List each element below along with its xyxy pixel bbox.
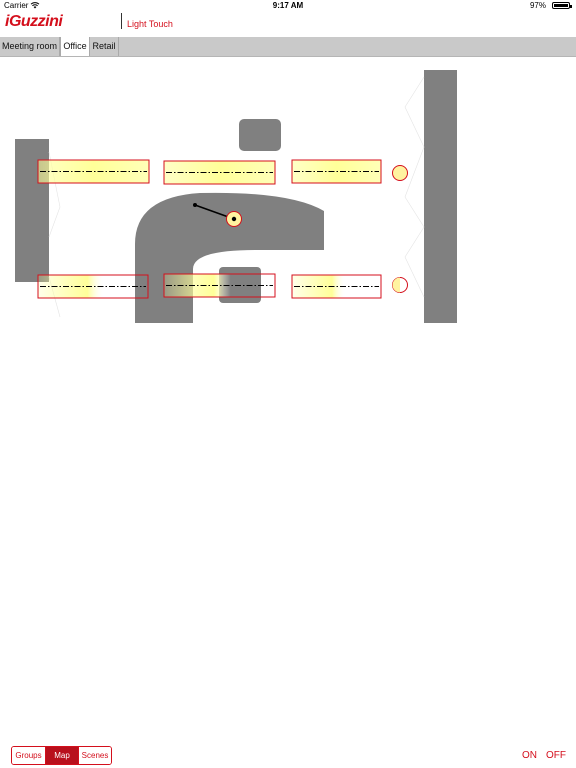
floor-map xyxy=(15,70,457,323)
linear-fixture[interactable] xyxy=(37,159,150,184)
linear-fixture[interactable] xyxy=(163,273,276,298)
header-divider xyxy=(121,13,122,29)
status-bar: Carrier 9:17 AM 97% xyxy=(0,0,576,12)
tab-meeting-room[interactable]: Meeting room xyxy=(0,37,60,56)
map-button[interactable]: Map xyxy=(45,747,78,764)
view-mode-control: Groups Map Scenes xyxy=(11,746,112,765)
spot-fixture[interactable] xyxy=(392,277,408,293)
iguzzini-logo: iGuzzini xyxy=(5,13,63,30)
groups-button[interactable]: Groups xyxy=(12,747,45,764)
linear-fixture[interactable] xyxy=(291,159,382,184)
tab-retail[interactable]: Retail xyxy=(90,37,119,56)
off-button[interactable]: OFF xyxy=(546,750,566,761)
wall-right xyxy=(424,70,457,323)
battery-icon xyxy=(552,2,572,9)
linear-fixture[interactable] xyxy=(37,274,149,299)
app-title: Light Touch xyxy=(127,19,173,29)
spot-fixture[interactable] xyxy=(392,165,408,181)
column-block xyxy=(239,119,281,151)
linear-fixture[interactable] xyxy=(291,274,382,299)
app-header: iGuzzini Light Touch xyxy=(0,12,576,36)
curved-desk xyxy=(135,192,324,323)
status-time: 9:17 AM xyxy=(272,1,304,10)
linear-fixture[interactable] xyxy=(163,160,276,185)
room-tabbar: Meeting room Office Retail xyxy=(0,37,576,57)
on-button[interactable]: ON xyxy=(522,750,537,761)
tab-office[interactable]: Office xyxy=(60,37,90,56)
battery-percent: 97% xyxy=(529,1,546,10)
scenes-button[interactable]: Scenes xyxy=(78,747,111,764)
